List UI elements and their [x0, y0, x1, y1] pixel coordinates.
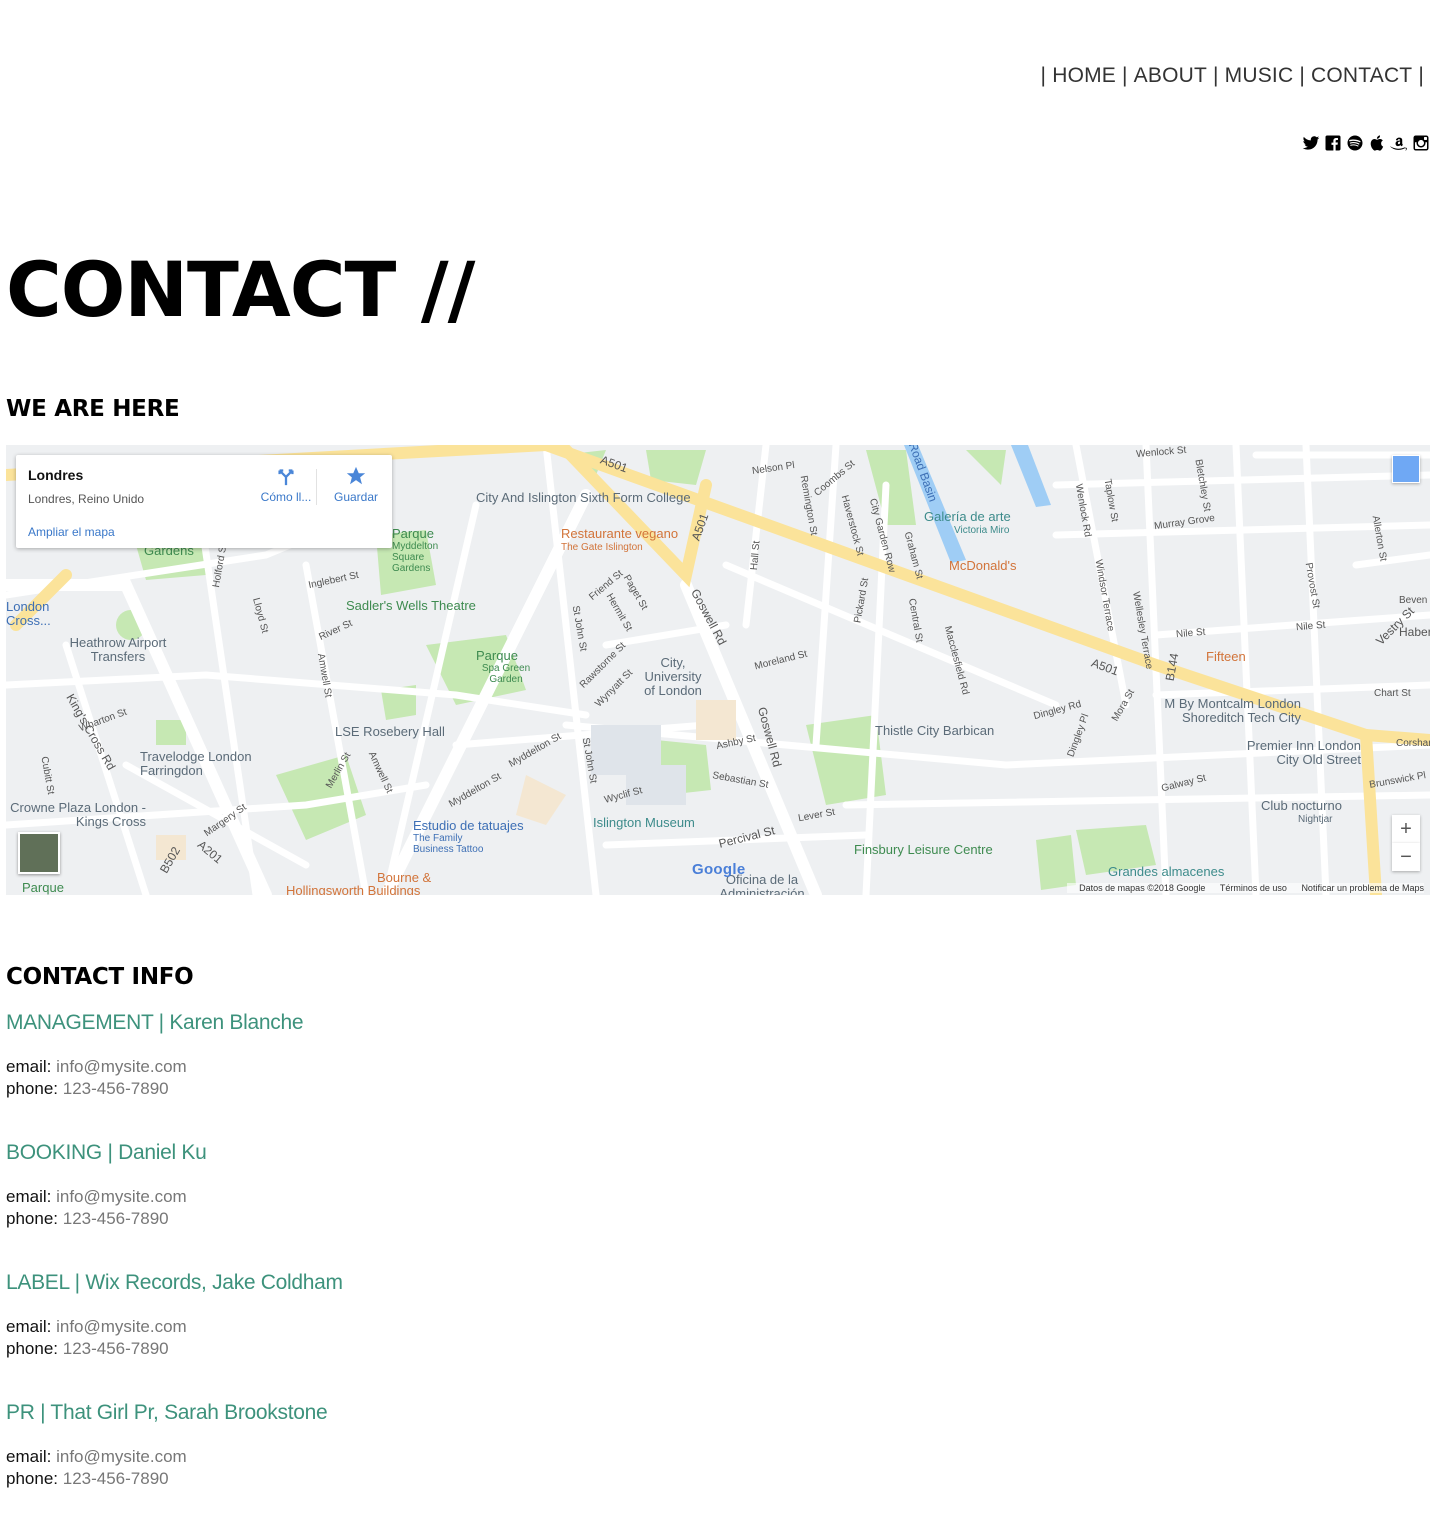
report-problem-link[interactable]: Notificar un problema de Maps — [1301, 883, 1424, 893]
phone-value: 123-456-7890 — [62, 1209, 169, 1228]
map-poi: Victoria Miro — [954, 525, 1010, 536]
phone-value: 123-456-7890 — [62, 1339, 169, 1358]
zoom-out-button[interactable]: − — [1392, 843, 1420, 871]
nav-contact[interactable]: CONTACT — [1311, 64, 1412, 87]
zoom-in-button[interactable]: + — [1392, 815, 1420, 843]
contact-card: PR | That Girl Pr, Sarah Brookstone emai… — [6, 1401, 328, 1490]
contact-card: BOOKING | Daniel Ku email: info@mysite.c… — [6, 1141, 207, 1230]
twitter-icon[interactable] — [1302, 133, 1320, 153]
map-poi: McDonald's — [949, 558, 1017, 573]
embedded-map[interactable]: A501 A501 A501 Goswell Rd Goswell Rd Per… — [6, 445, 1430, 895]
map-poi: The Gate Islington — [561, 542, 643, 553]
map-label: Beven — [1399, 595, 1428, 606]
map-place-card: Londres Londres, Reino Unido Ampliar el … — [16, 455, 392, 548]
nav-separator: | — [1122, 64, 1128, 87]
phone-label: phone: — [6, 1209, 58, 1228]
map-poi: Travelodge London Farringdon — [140, 749, 252, 778]
map-label: Corshar — [1396, 738, 1430, 749]
place-address: Londres, Reino Unido — [28, 492, 145, 506]
map-poi: Hollingsworth Buildings — [286, 883, 421, 896]
directions-label: Cómo ll... — [260, 490, 312, 504]
nav-music[interactable]: MUSIC — [1225, 64, 1294, 87]
map-poi: Spa Green Garden — [481, 663, 531, 685]
satellite-toggle[interactable] — [18, 832, 60, 874]
contact-role: PR | That Girl Pr, Sarah Brookstone — [6, 1401, 328, 1424]
contact-role: MANAGEMENT | Karen Blanche — [6, 1011, 304, 1034]
nav-separator: | — [1040, 64, 1047, 87]
map-poi: Crowne Plaza London - Kings Cross — [10, 800, 146, 829]
map-poi: Thistle City Barbican — [875, 723, 995, 738]
terms-link[interactable]: Términos de uso — [1220, 883, 1287, 893]
map-poi: Finsbury Leisure Centre — [854, 842, 993, 857]
star-icon — [346, 466, 366, 485]
map-label: Chart St — [1374, 688, 1411, 699]
card-divider — [316, 469, 317, 505]
map-poi: Grandes almacenes — [1108, 864, 1225, 879]
map-poi: City And Islington Sixth Form College — [476, 490, 691, 505]
phone-value: 123-456-7890 — [62, 1469, 169, 1488]
save-button[interactable]: Guardar — [326, 465, 386, 504]
nav-home[interactable]: HOME — [1052, 64, 1116, 87]
amazon-icon[interactable] — [1390, 133, 1408, 153]
nav-about[interactable]: ABOUT — [1134, 64, 1207, 87]
email-label: email: — [6, 1447, 52, 1466]
email-link[interactable]: info@mysite.com — [56, 1187, 187, 1206]
map-poi: Myddelton Square Gardens — [392, 541, 439, 574]
email-label: email: — [6, 1317, 52, 1336]
top-nav: | HOME | ABOUT | MUSIC | CONTACT | — [1035, 64, 1430, 88]
contact-card: MANAGEMENT | Karen Blanche email: info@m… — [6, 1011, 304, 1100]
map-poi: City, University of London — [644, 655, 702, 698]
map-poi: Club nocturno — [1261, 798, 1342, 813]
apple-icon[interactable] — [1368, 133, 1386, 153]
email-label: email: — [6, 1057, 52, 1076]
map-poi: Premier Inn London City Old Street — [1246, 738, 1361, 767]
contact-role: BOOKING | Daniel Ku — [6, 1141, 207, 1164]
map-poi: The Family Business Tattoo — [413, 833, 484, 855]
map-poi: Islington Museum — [593, 815, 695, 830]
map-poi: Heathrow Airport Transfers — [69, 635, 167, 664]
google-logo: Google — [692, 861, 746, 878]
directions-icon — [278, 469, 294, 486]
nav-separator: | — [1213, 64, 1219, 87]
save-label: Guardar — [333, 490, 379, 504]
map-poi: Estudio de tatuajes — [413, 818, 524, 833]
email-link[interactable]: info@mysite.com — [56, 1317, 187, 1336]
phone-label: phone: — [6, 1469, 58, 1488]
street-view-pegman-icon[interactable] — [1392, 455, 1420, 483]
map-poi: LSE Rosebery Hall — [335, 724, 445, 739]
map-section-heading: WE ARE HERE — [6, 396, 180, 422]
social-bar — [1302, 133, 1430, 153]
phone-value: 123-456-7890 — [62, 1079, 169, 1098]
map-label: Haber — [1399, 625, 1430, 639]
map-poi: M By Montcalm London Shoreditch Tech Cit… — [1164, 696, 1301, 725]
map-data-credit: Datos de mapas ©2018 Google — [1079, 883, 1206, 893]
nav-separator: | — [1299, 64, 1305, 87]
email-link[interactable]: info@mysite.com — [56, 1447, 187, 1466]
place-title: Londres — [28, 467, 84, 483]
enlarge-map-link[interactable]: Ampliar el mapa — [28, 525, 115, 539]
email-label: email: — [6, 1187, 52, 1206]
map-attribution: Datos de mapas ©2018 Google Términos de … — [1067, 883, 1424, 893]
map-poi: Galería de arte — [924, 509, 1011, 524]
map-poi: London Cross... — [6, 599, 51, 628]
instagram-icon[interactable] — [1412, 133, 1430, 153]
phone-label: phone: — [6, 1079, 58, 1098]
email-link[interactable]: info@mysite.com — [56, 1057, 187, 1076]
map-poi: Parque — [22, 880, 64, 895]
map-poi: Restaurante vegano — [561, 526, 679, 541]
directions-button[interactable]: Cómo ll... — [246, 465, 326, 504]
map-poi: Parque — [476, 648, 518, 663]
nav-separator: | — [1418, 64, 1424, 87]
contact-role: LABEL | Wix Records, Jake Coldham — [6, 1271, 343, 1294]
phone-label: phone: — [6, 1339, 58, 1358]
contact-card: LABEL | Wix Records, Jake Coldham email:… — [6, 1271, 343, 1360]
map-poi: Parque — [392, 526, 434, 541]
facebook-icon[interactable] — [1324, 133, 1342, 153]
contact-info-heading: CONTACT INFO — [6, 964, 194, 990]
map-poi: Fifteen — [1206, 649, 1246, 664]
page-title: CONTACT // — [6, 245, 475, 334]
map-poi: Nightjar — [1298, 814, 1333, 825]
map-poi: Sadler's Wells Theatre — [346, 598, 476, 613]
spotify-icon[interactable] — [1346, 133, 1364, 153]
